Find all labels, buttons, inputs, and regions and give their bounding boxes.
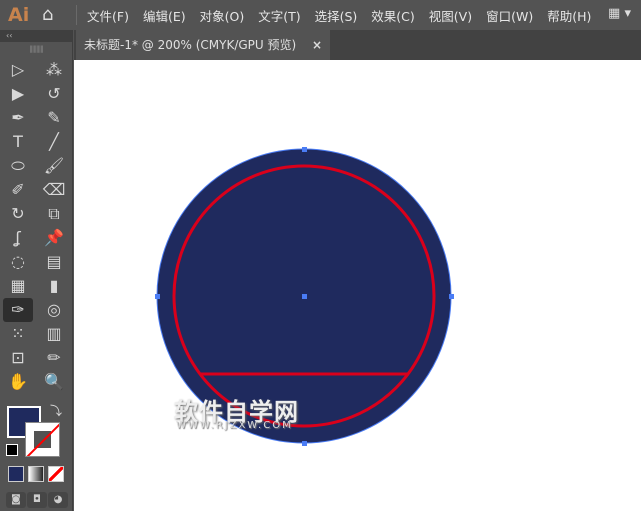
watermark-url: WWW.RJZXW.COM (176, 420, 293, 431)
artwork[interactable] (0, 0, 641, 511)
